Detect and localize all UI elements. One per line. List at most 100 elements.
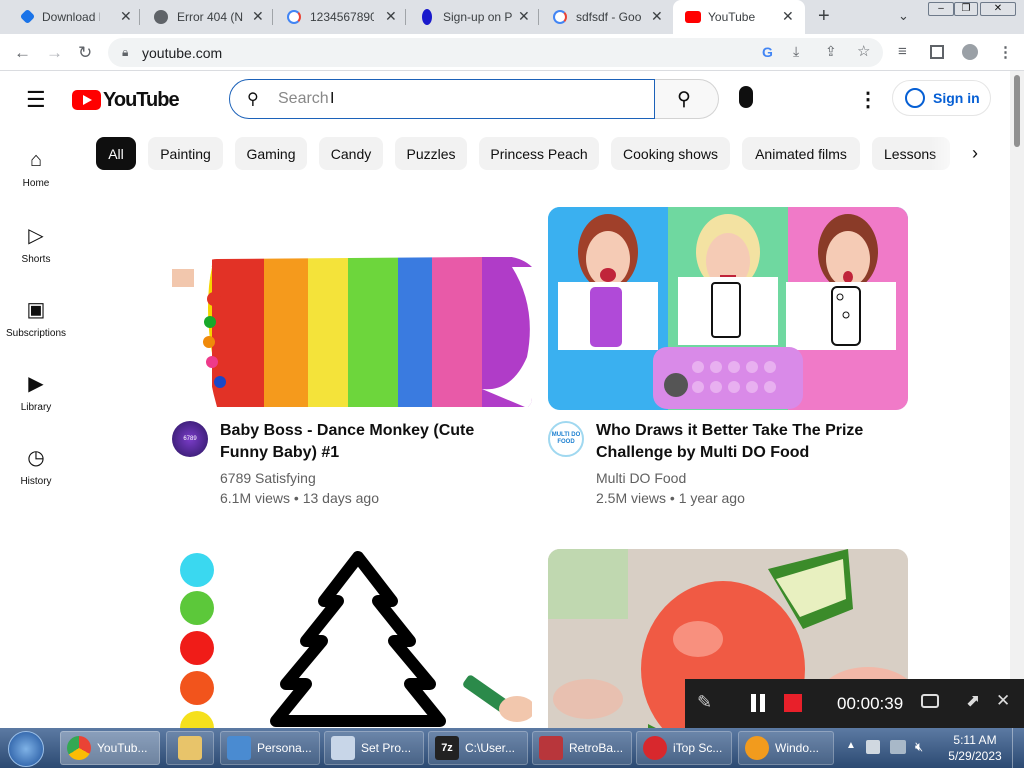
install-icon[interactable]: ⤓ bbox=[793, 43, 799, 60]
media-controls-icon[interactable]: ≡ bbox=[898, 43, 907, 60]
chip-gaming[interactable]: Gaming bbox=[235, 137, 307, 170]
close-icon[interactable]: ✕ bbox=[252, 8, 264, 25]
sidebar-item-history[interactable]: ◷ History bbox=[0, 445, 72, 487]
search-box[interactable]: ⚲ Search I bbox=[229, 79, 655, 119]
channel-avatar[interactable]: MULTI DO FOOD bbox=[548, 421, 584, 457]
close-icon[interactable]: ✕ bbox=[518, 8, 530, 25]
chip-puzzles[interactable]: Puzzles bbox=[395, 137, 467, 170]
profile-avatar-icon[interactable] bbox=[962, 44, 978, 60]
stop-icon[interactable] bbox=[784, 694, 802, 712]
omnibox[interactable]: 🔒︎ youtube.com G ⤓ ⇪ ☆ bbox=[108, 38, 883, 67]
taskbar-item-retrobar[interactable]: RetroBa... bbox=[532, 731, 632, 765]
taskbar-item-7zip[interactable]: 7z C:\User... bbox=[428, 731, 528, 765]
share-icon[interactable]: ⇪ bbox=[825, 43, 837, 60]
sidebar-item-home[interactable]: ⌂ Home bbox=[0, 149, 72, 189]
tab-label: sdfsdf - Goo bbox=[576, 10, 642, 24]
close-icon[interactable]: ✕ bbox=[651, 8, 663, 25]
hamburger-menu-icon[interactable]: ☰ bbox=[26, 87, 46, 113]
chrome-menu-icon[interactable]: ⋮ bbox=[998, 43, 1013, 61]
taskbar-item-label: RetroBa... bbox=[569, 741, 624, 755]
sign-in-button[interactable]: Sign in bbox=[892, 80, 991, 116]
chevron-down-icon[interactable]: ⌄ bbox=[898, 8, 909, 24]
taskbar-item-label: iTop Sc... bbox=[673, 741, 723, 755]
taskbar-item-windows-media[interactable]: Windo... bbox=[738, 731, 834, 765]
close-window-button[interactable]: ✕ bbox=[980, 2, 1016, 16]
search-button[interactable]: ⚲ bbox=[655, 79, 719, 119]
taskbar-item-personalization[interactable]: Persona... bbox=[220, 731, 320, 765]
video-title[interactable]: Baby Boss - Dance Monkey (Cute Funny Bab… bbox=[220, 420, 520, 464]
taskbar-item-explorer[interactable] bbox=[166, 731, 214, 765]
chip-candy[interactable]: Candy bbox=[319, 137, 383, 170]
close-icon[interactable]: ✕ bbox=[120, 8, 132, 25]
browser-tab-strip: Download Dr ✕ Error 404 (N ✕ 1234567890 … bbox=[0, 0, 1024, 34]
tab-download[interactable]: Download Dr ✕ bbox=[0, 0, 140, 34]
start-button[interactable] bbox=[8, 731, 44, 767]
forward-arrow-icon[interactable]: → bbox=[46, 43, 63, 63]
chip-princess-peach[interactable]: Princess Peach bbox=[479, 137, 599, 170]
tab-label: Error 404 (N bbox=[177, 10, 244, 24]
google-lens-icon[interactable]: G bbox=[762, 44, 773, 60]
logo-text: YouTube bbox=[103, 88, 180, 111]
tab-sign-up[interactable]: Sign-up on P ✕ bbox=[406, 0, 539, 34]
back-arrow-icon[interactable]: ← bbox=[14, 43, 31, 63]
taskbar-item-label: Windo... bbox=[775, 741, 820, 755]
microphone-icon[interactable] bbox=[739, 86, 753, 108]
screen-recorder-toolbar: ✎ 00:00:39 ⬈ ✕ bbox=[685, 679, 1024, 728]
camera-icon[interactable] bbox=[921, 694, 939, 708]
taskbar-item-itop[interactable]: iTop Sc... bbox=[636, 731, 732, 765]
video-thumbnail-baby-boss[interactable] bbox=[172, 207, 532, 410]
folder-icon bbox=[178, 736, 202, 760]
chip-painting[interactable]: Painting bbox=[148, 137, 223, 170]
7zip-icon: 7z bbox=[435, 736, 459, 760]
chip-all[interactable]: All bbox=[96, 137, 136, 170]
chip-animated-films[interactable]: Animated films bbox=[742, 137, 860, 170]
video-title[interactable]: Who Draws it Better Take The Prize Chall… bbox=[596, 420, 896, 464]
taskbar-item-chrome[interactable]: YouTub... bbox=[60, 731, 160, 765]
chip-cooking-shows[interactable]: Cooking shows bbox=[611, 137, 730, 170]
action-center-icon[interactable] bbox=[866, 740, 880, 754]
sidebar-item-shorts[interactable]: ▷ Shorts bbox=[0, 223, 72, 265]
taskbar-item-set-program[interactable]: Set Pro... bbox=[324, 731, 424, 765]
edit-icon[interactable]: ⬈ bbox=[966, 691, 980, 711]
show-hidden-icons-icon[interactable]: ▲ bbox=[846, 740, 856, 751]
volume-muted-icon[interactable]: 🔇︎ bbox=[915, 739, 923, 755]
system-clock[interactable]: 5:11 AM 5/29/2023 bbox=[944, 732, 1006, 764]
close-icon[interactable]: ✕ bbox=[996, 691, 1010, 711]
sidebar-item-label: Subscriptions bbox=[5, 328, 67, 339]
video-thumbnail-who-draws[interactable] bbox=[548, 207, 908, 410]
tab-google-search[interactable]: 1234567890 ✕ bbox=[273, 0, 406, 34]
clock-time: 5:11 AM bbox=[953, 733, 997, 747]
recording-timer: 00:00:39 bbox=[837, 694, 904, 713]
minimize-button[interactable]: – bbox=[928, 2, 954, 16]
page-scrollbar[interactable] bbox=[1010, 71, 1024, 728]
settings-more-icon[interactable]: ⋮ bbox=[858, 87, 878, 112]
network-icon[interactable] bbox=[890, 740, 906, 754]
show-desktop-button[interactable] bbox=[1012, 728, 1024, 768]
pause-icon[interactable] bbox=[751, 694, 756, 712]
restore-button[interactable]: ❐ bbox=[954, 2, 978, 16]
video-thumbnail-tree-painting[interactable] bbox=[172, 549, 532, 728]
chevron-right-icon[interactable]: › bbox=[972, 143, 978, 164]
close-icon[interactable]: ✕ bbox=[385, 8, 397, 25]
channel-avatar[interactable]: 6789 bbox=[172, 421, 208, 457]
google-icon bbox=[287, 10, 301, 24]
url-text[interactable]: youtube.com bbox=[142, 45, 222, 61]
search-input[interactable]: Search bbox=[278, 90, 329, 108]
youtube-logo[interactable]: YouTube bbox=[72, 88, 180, 111]
bookmark-star-icon[interactable]: ☆ bbox=[857, 42, 870, 60]
sidebar-item-library[interactable]: ▶ Library bbox=[0, 371, 72, 413]
reload-icon[interactable]: ↻ bbox=[78, 43, 92, 63]
sidebar-item-subscriptions[interactable]: ▣ Subscriptions bbox=[0, 297, 72, 339]
side-panel-icon[interactable] bbox=[930, 45, 944, 59]
tab-sdfsdf[interactable]: sdfsdf - Goo ✕ bbox=[539, 0, 672, 34]
tab-error-404[interactable]: Error 404 (N ✕ bbox=[140, 0, 273, 34]
tab-label: 1234567890 bbox=[310, 10, 374, 24]
channel-name[interactable]: 6789 Satisfying bbox=[220, 468, 316, 488]
new-tab-plus-icon[interactable]: + bbox=[818, 5, 830, 28]
tab-youtube[interactable]: YouTube ✕ bbox=[673, 0, 805, 34]
person-icon bbox=[422, 9, 432, 25]
close-icon[interactable]: ✕ bbox=[782, 8, 794, 25]
scrollbar-thumb[interactable] bbox=[1014, 75, 1020, 147]
pen-icon[interactable]: ✎ bbox=[697, 692, 712, 713]
channel-name[interactable]: Multi DO Food bbox=[596, 468, 686, 488]
